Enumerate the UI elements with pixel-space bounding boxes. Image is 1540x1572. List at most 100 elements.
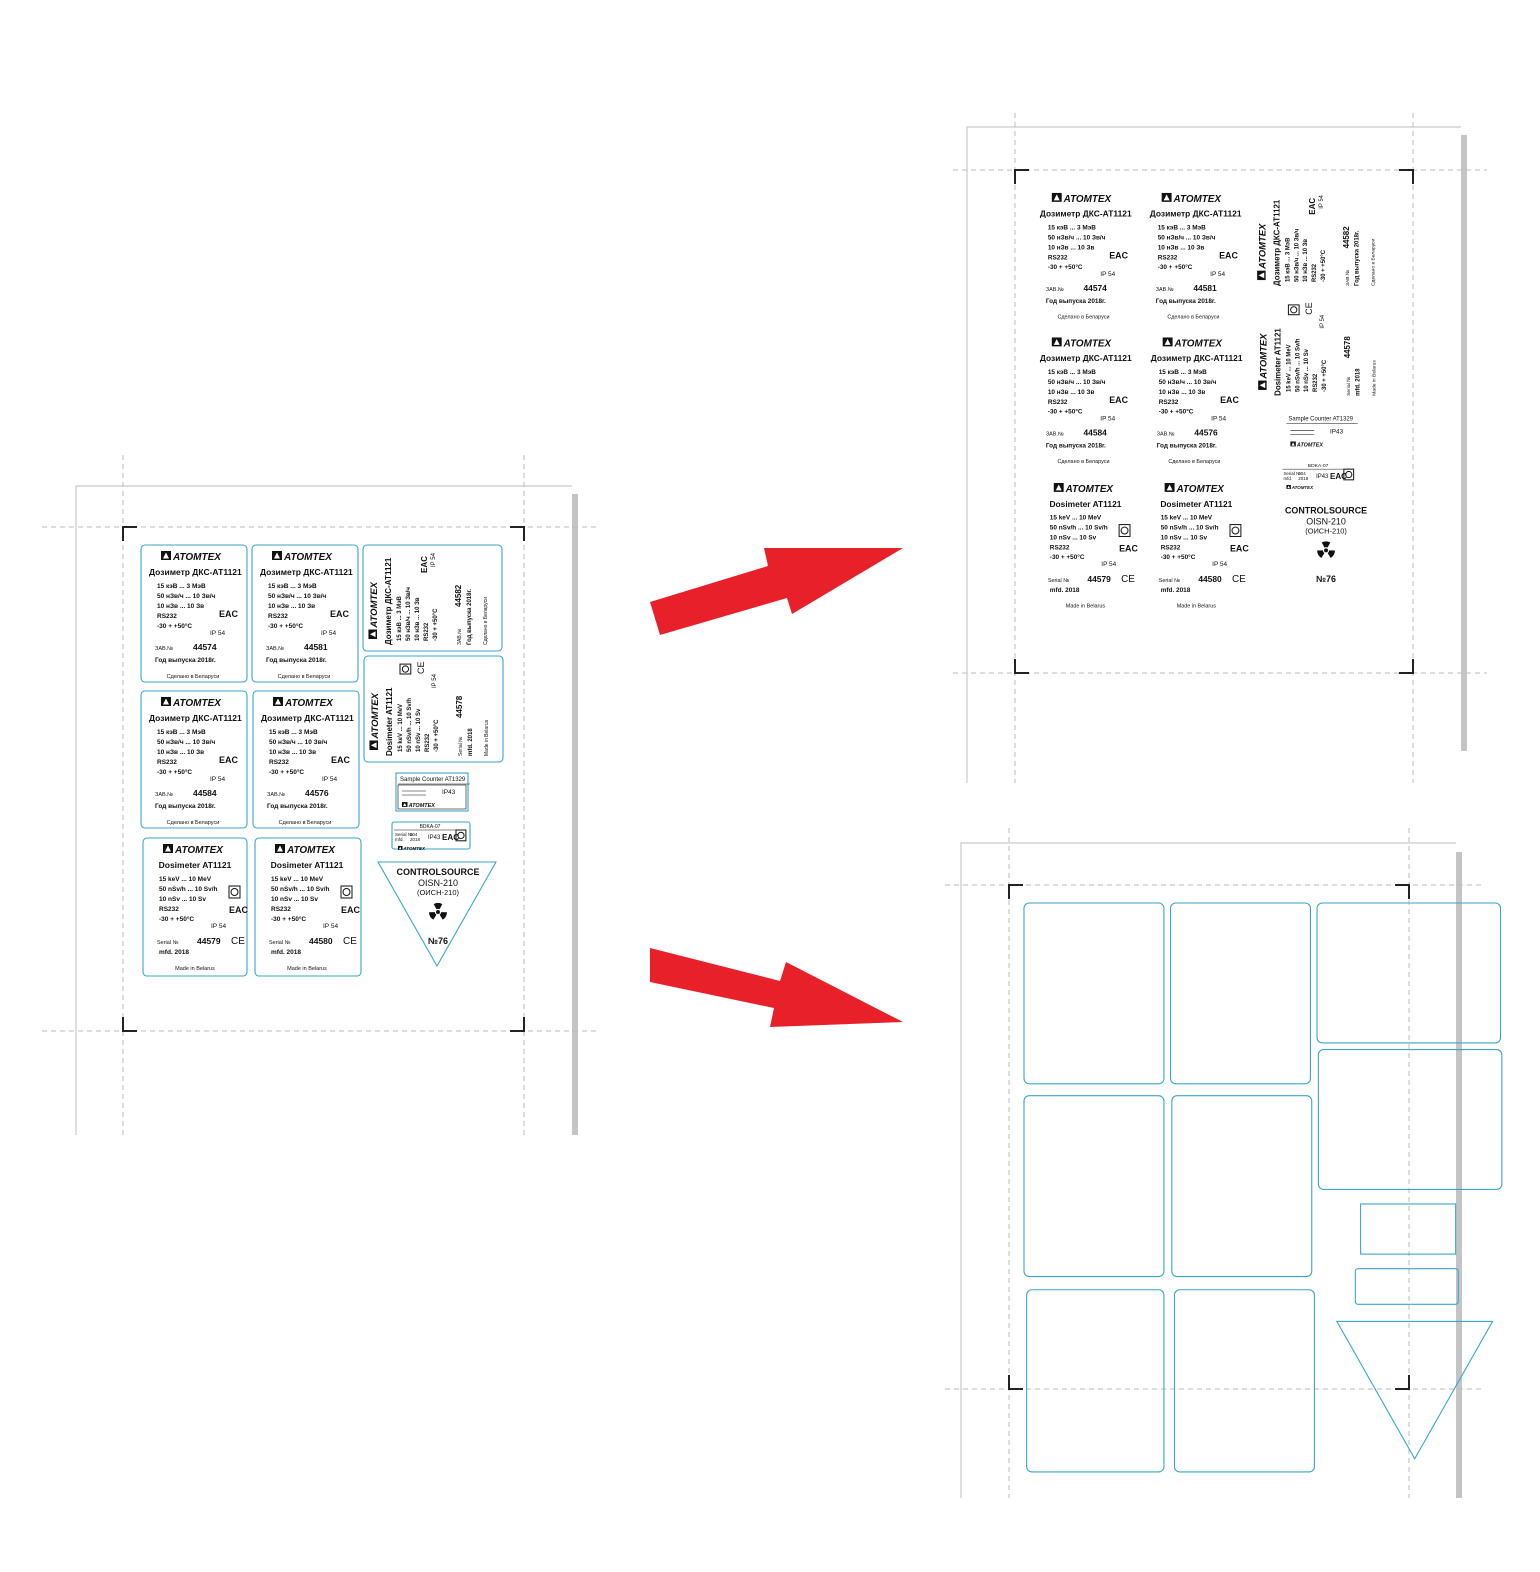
- ce-mark: CE: [1232, 574, 1246, 585]
- spec-line: 15 кэВ ... 3 МэВ: [1048, 369, 1096, 376]
- atomtex-logo: ATOMTEX: [369, 692, 381, 750]
- cut-outline: [1023, 902, 1165, 1085]
- spec-line: -30 + +50°C: [433, 608, 439, 641]
- label-ru-1: [1023, 902, 1165, 1085]
- spec-line: 10 нЗв ... 10 Зв: [1048, 244, 1095, 251]
- label-content: ATOMTEX Дозиметр ДКС-АТ1121 15 кэВ ... 3 М…: [149, 697, 242, 826]
- atomtex-logo: ATOMTEX: [368, 581, 380, 639]
- serial-number: 44578: [455, 695, 464, 718]
- serial-label: Serial №: [1048, 578, 1069, 584]
- mfd-line: mfd. 2018: [159, 949, 189, 956]
- label-sample-counter: [1360, 1203, 1457, 1255]
- spec-line: RS232: [269, 759, 289, 766]
- serial-label: ЗАВ.№: [267, 792, 285, 798]
- arrow-to-print-layer: [650, 548, 903, 635]
- spec-line: 15 keV ... 10 MeV: [271, 876, 324, 883]
- label-controlsource: CONTROLSOURCEOISN-210(ОИСН-210) №76: [377, 861, 497, 968]
- brand-name: ATOMTEX: [1176, 484, 1226, 495]
- label-content: Sample Counter AT1329 IP43 ATOMTEX: [1286, 417, 1358, 448]
- rotated-content: ATOMTEX Дозиметр ДКС-АТ1121 15 кэВ ... 3 М…: [368, 552, 489, 645]
- spec-line: 10 nSv ... 10 Sv: [1050, 534, 1097, 541]
- brand-name: ATOMTEX: [286, 845, 336, 856]
- ip-rating: IP43: [442, 789, 456, 796]
- ip-rating: IP 54: [1101, 561, 1116, 568]
- full-print-sheet: ATOMTEX Дозиметр ДКС-АТ1121 15 кэВ ... 3 М…: [42, 455, 600, 1135]
- red-arrow: [650, 548, 903, 635]
- ip-rating: IP 54: [1319, 194, 1325, 208]
- year-line: Год выпуска 2018г.: [467, 589, 473, 645]
- spec-line: 10 нЗв ... 10 Зв: [157, 603, 204, 610]
- spec-line: 10 nSv ... 10 Sv: [416, 708, 422, 752]
- label-content: ATOMTEX Dosimeter AT1121 15 keV ... 10 MeV…: [269, 844, 361, 972]
- spec-line: 10 nSv ... 10 Sv: [1304, 348, 1310, 392]
- brand-name: ATOMTEX: [1063, 338, 1113, 349]
- label-content: ATOMTEX Dosimeter AT1121 15 keV ... 10 MeV…: [1258, 302, 1378, 396]
- spec-line: 50 нЗв/ч ... 10 Зв/ч: [1048, 234, 1106, 241]
- device-title: Дозиметр ДКС-АТ1121: [384, 557, 393, 645]
- serial-number: 44584: [193, 788, 217, 798]
- spec-line: 15 кэВ ... 3 МэВ: [157, 583, 206, 590]
- spec-line: 10 нЗв ... 10 Зв: [1048, 389, 1095, 396]
- year-line: Год выпуска 2018г.: [155, 803, 216, 810]
- serial-label: Serial №: [1159, 578, 1180, 584]
- sheet-shadow: [572, 494, 578, 1135]
- made-in: Сделано в Беларуси: [1057, 459, 1109, 465]
- spec-line: RS232: [1161, 544, 1181, 551]
- label-ru-3: ATOMTEX Дозиметр ДКС-АТ1121 15 кэВ ... 3 М…: [1040, 337, 1132, 465]
- device-title: Dosimeter AT1121: [159, 860, 232, 870]
- brand-name: ATOMTEX: [172, 552, 222, 563]
- label-en-rotated: ATOMTEX Dosimeter AT1121 15 keV ... 10 MeV…: [363, 655, 504, 763]
- brand-name: ATOMTEX: [1258, 333, 1269, 380]
- cut-outline: [1354, 1268, 1459, 1305]
- label-ru-2: ATOMTEX Дозиметр ДКС-АТ1121 15 кэВ ... 3 М…: [251, 544, 359, 683]
- eac-mark: EAC: [420, 556, 429, 573]
- made-in: Сделано в Беларуси: [1057, 315, 1109, 321]
- trim-guides: [945, 828, 1484, 1498]
- mfd-label: mfd.: [395, 837, 404, 842]
- spec-line: -30 + +50°C: [157, 768, 192, 776]
- label-en-rotated: [1317, 1048, 1503, 1190]
- sheet-outline: [966, 126, 1461, 783]
- spec-line: RS232: [268, 613, 288, 620]
- serial-label: ЗАВ.№: [1046, 287, 1064, 293]
- ip-rating: IP 54: [211, 923, 226, 930]
- spec-line: RS232: [425, 733, 431, 752]
- year-line: Год выпуска 2018г.: [1355, 230, 1361, 286]
- eac-mark: EAC: [219, 609, 239, 619]
- spec-line: 50 нЗв/ч ... 10 Зв/ч: [1158, 234, 1216, 241]
- atomtex-logo: ATOMTEX: [1053, 483, 1114, 495]
- device-title: Dosimeter AT1121: [1273, 328, 1282, 396]
- label-ru-3: [1023, 1095, 1165, 1278]
- radiation-blade: [1327, 550, 1335, 558]
- label-content: ATOMTEX Дозиметр ДКС-АТ1121 15 кэВ ... 3 М…: [368, 552, 489, 645]
- print-layer-sheet: ATOMTEX Дозиметр ДКС-АТ1121 15 кэВ ... 3 М…: [953, 113, 1487, 783]
- label-content: CONTROLSOURCEOISN-210(ОИСН-210) №76: [397, 867, 480, 946]
- spec-line: 15 кэВ ... 3 МэВ: [1158, 225, 1206, 232]
- spec-line: -30 + +50°C: [159, 915, 194, 923]
- device-title: Дозиметр ДКС-АТ1121: [1150, 209, 1242, 219]
- label-content: ATOMTEX Дозиметр ДКС-АТ1121 15 кэВ ... 3 М…: [1151, 337, 1243, 465]
- spec-line: 15 кэВ ... 3 МэВ: [268, 583, 317, 590]
- radiation-core: [1324, 548, 1328, 553]
- mfd-line: mfd. 2018: [1356, 368, 1362, 396]
- label-content: ATOMTEX Dosimeter AT1121 15 keV ... 10 MeV…: [1048, 483, 1138, 610]
- label-en-2: ATOMTEX Dosimeter AT1121 15 keV ... 10 MeV…: [254, 837, 362, 977]
- source-model-ru: (ОИСН-210): [1305, 527, 1347, 536]
- brand-name: ATOMTEX: [172, 698, 222, 709]
- label-ru-1: ATOMTEX Дозиметр ДКС-АТ1121 15 кэВ ... 3 М…: [1040, 192, 1132, 321]
- metrology-icon-ring: [342, 888, 351, 896]
- spec-line: 10 nSv ... 10 Sv: [271, 896, 318, 903]
- metrology-icon-ring: [401, 665, 410, 673]
- metrology-icon-ring: [1290, 306, 1298, 314]
- ip-rating: IP 54: [1212, 561, 1227, 568]
- label-en-2: [1173, 1289, 1315, 1473]
- ip-rating: IP 54: [1210, 271, 1225, 278]
- cut-outline: [1317, 1048, 1503, 1190]
- spec-line: -30 + +50°C: [1048, 263, 1083, 271]
- device-title: Дозиметр ДКС-АТ1121: [149, 713, 242, 723]
- spec-line: 15 keV ... 10 MeV: [1050, 515, 1102, 522]
- label-content: ATOMTEX Дозиметр ДКС-АТ1121 15 кэВ ... 3 М…: [1040, 192, 1132, 321]
- brand-name: ATOMTEX: [1291, 485, 1314, 490]
- atomtex-logo: ATOMTEX: [1162, 337, 1223, 349]
- sheet-outline: [75, 485, 572, 1135]
